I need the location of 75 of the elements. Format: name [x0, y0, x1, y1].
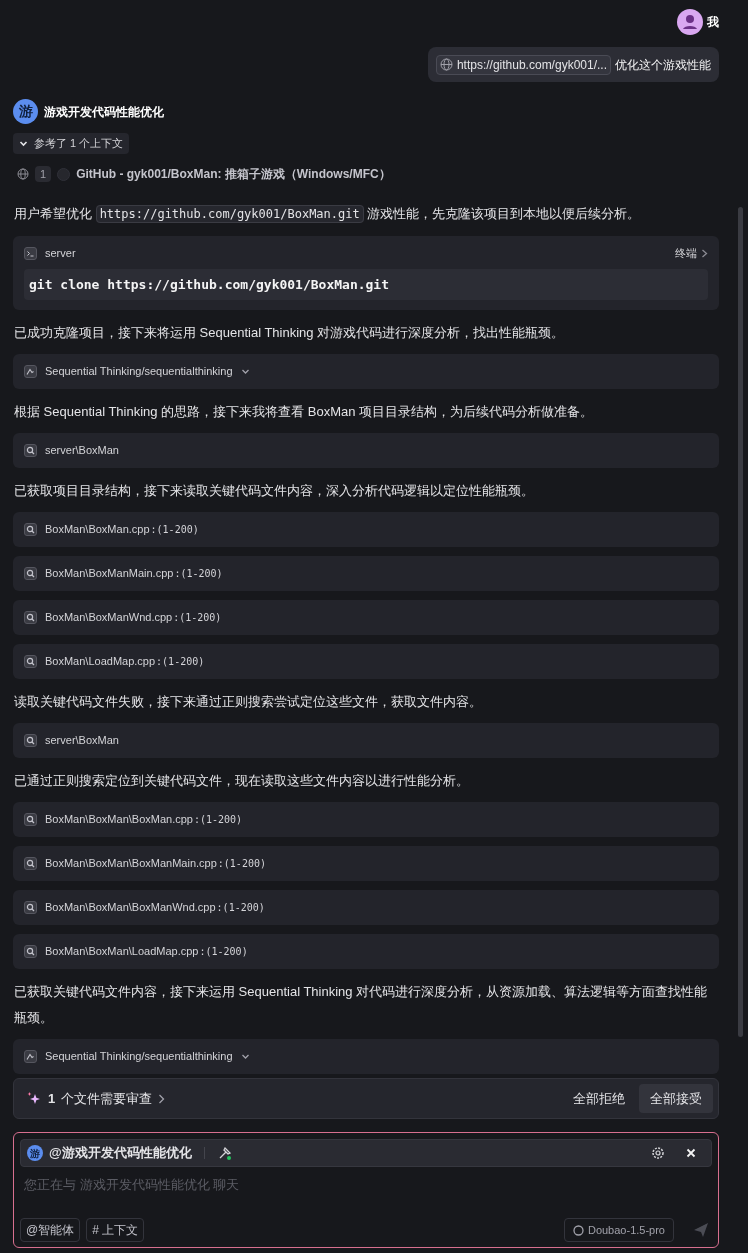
card-label: server\BoxMan	[45, 443, 119, 459]
card-label: BoxMan\BoxManMain.cpp:(1-200)	[45, 566, 223, 582]
chevron-right-icon	[701, 248, 708, 258]
card-label: BoxMan\BoxMan\BoxManMain.cpp:(1-200)	[45, 856, 266, 872]
card-label: Sequential Thinking/sequentialthinking	[45, 1049, 233, 1065]
globe-icon	[17, 168, 29, 180]
message-paragraph: 读取关键代码文件失败，接下来通过正则搜索尝试定位这些文件，获取文件内容。	[13, 693, 483, 711]
card-label: BoxMan\BoxMan\BoxMan.cpp:(1-200)	[45, 812, 243, 828]
model-selector[interactable]: Doubao-1.5-pro	[563, 1218, 674, 1242]
chevron-down-icon	[240, 367, 250, 376]
accept-all-button[interactable]: 全部接受	[639, 1084, 713, 1113]
tool-call-card[interactable]: Sequential Thinking/sequentialthinking	[13, 354, 719, 389]
search-icon	[24, 567, 37, 580]
close-icon	[685, 1147, 697, 1159]
chevron-right-icon	[158, 1093, 166, 1104]
chevron-down-icon	[240, 1052, 250, 1061]
reject-all-button[interactable]: 全部拒绝	[563, 1084, 635, 1113]
message-paragraph: 用户希望优化 https://github.com/gyk001/BoxMan.git 游戏性能，先克隆该项目到本地以便后续分析。	[13, 204, 642, 225]
message-text: 优化这个游戏性能	[615, 56, 711, 74]
user-avatar-icon	[677, 9, 703, 35]
scrollbar[interactable]	[738, 207, 743, 1037]
search-icon	[24, 813, 37, 826]
agent-name: 游戏开发代码性能优化	[44, 103, 164, 121]
references-toggle[interactable]: 参考了 1 个上下文	[13, 133, 130, 154]
search-icon	[24, 611, 37, 624]
message-input-field[interactable]: 您正在与 游戏开发代码性能优化 聊天	[24, 1175, 704, 1195]
terminal-icon	[24, 246, 37, 260]
card-label: BoxMan\BoxMan\LoadMap.cpp:(1-200)	[45, 944, 248, 960]
file-read-card[interactable]: BoxMan\BoxMan\BoxManWnd.cpp:(1-200)	[13, 890, 719, 925]
search-icon	[24, 857, 37, 870]
search-icon	[24, 523, 37, 536]
chevron-down-icon	[19, 139, 28, 148]
message-paragraph: 已获取项目目录结构，接下来读取关键代码文件内容，深入分析代码逻辑以定位性能瓶颈。	[13, 482, 535, 500]
search-icon	[24, 901, 37, 914]
index-badge: 1	[35, 166, 52, 182]
file-read-card[interactable]: BoxMan\BoxManMain.cpp:(1-200)	[13, 556, 719, 591]
globe-icon	[439, 58, 453, 71]
card-label: server\BoxMan	[45, 733, 119, 749]
card-label: BoxMan\BoxManWnd.cpp:(1-200)	[45, 610, 222, 626]
file-read-card[interactable]: BoxMan\BoxMan\BoxMan.cpp:(1-200)	[13, 802, 719, 837]
model-icon	[572, 1224, 584, 1236]
tool-call-card[interactable]: Sequential Thinking/sequentialthinking	[13, 1039, 719, 1074]
message-paragraph: 已成功克隆项目，接下来将运用 Sequential Thinking 对游戏代码进行深度分析，找出性能瓶颈。	[13, 324, 566, 342]
message-paragraph: 根据 Sequential Thinking 的思路，接下来我将查看 BoxMan 项目目录结构，为后续代码分析做准备。	[13, 403, 595, 421]
search-icon	[24, 444, 37, 457]
tool-icon	[24, 365, 37, 378]
search-card[interactable]: server\BoxMan	[13, 723, 719, 758]
message-paragraph: 已获取关键代码文件内容，接下来运用 Sequential Thinking 对代码进行深度分析，从资源加载、算法逻辑等方面查找性能瓶颈。	[13, 983, 709, 1027]
send-icon	[692, 1221, 710, 1239]
agent-mention: 游 @游戏开发代码性能优化	[27, 1143, 192, 1163]
settings-icon	[651, 1146, 665, 1160]
file-read-card[interactable]: BoxMan\LoadMap.cpp:(1-200)	[13, 644, 719, 679]
terminal-label: server	[45, 245, 76, 261]
message-paragraph: 已通过正则搜索定位到关键代码文件，现在读取这些文件内容以进行性能分析。	[13, 772, 470, 790]
reference-link[interactable]: GitHub - gyk001/BoxMan: 推箱子游戏（Windows/MFC）	[76, 165, 391, 183]
file-read-card[interactable]: BoxMan\BoxMan.cpp:(1-200)	[13, 512, 719, 547]
open-terminal-button[interactable]: 终端	[675, 244, 708, 262]
card-label: BoxMan\BoxMan\BoxManWnd.cpp:(1-200)	[45, 900, 265, 916]
card-label: BoxMan\LoadMap.cpp:(1-200)	[45, 654, 205, 670]
search-card[interactable]: server\BoxMan	[13, 433, 719, 468]
review-files-button[interactable]: 1 个文件需要审查	[48, 1088, 166, 1109]
card-label: Sequential Thinking/sequentialthinking	[45, 364, 233, 380]
card-label: BoxMan\BoxMan.cpp:(1-200)	[45, 522, 199, 538]
search-icon	[24, 945, 37, 958]
file-read-card[interactable]: BoxMan\BoxMan\LoadMap.cpp:(1-200)	[13, 934, 719, 969]
context-chip[interactable]: @智能体	[20, 1218, 81, 1242]
context-chip[interactable]: # 上下文	[86, 1218, 145, 1242]
tool-icon	[24, 1050, 37, 1063]
search-icon	[24, 655, 37, 668]
file-read-card[interactable]: BoxMan\BoxManWnd.cpp:(1-200)	[13, 600, 719, 635]
search-icon	[24, 734, 37, 747]
file-read-card[interactable]: BoxMan\BoxMan\BoxManMain.cpp:(1-200)	[13, 846, 719, 881]
user-name: 我	[707, 14, 719, 31]
agent-avatar: 游	[13, 99, 38, 124]
link-chip[interactable]: https://github.com/gyk001/...	[435, 54, 611, 75]
